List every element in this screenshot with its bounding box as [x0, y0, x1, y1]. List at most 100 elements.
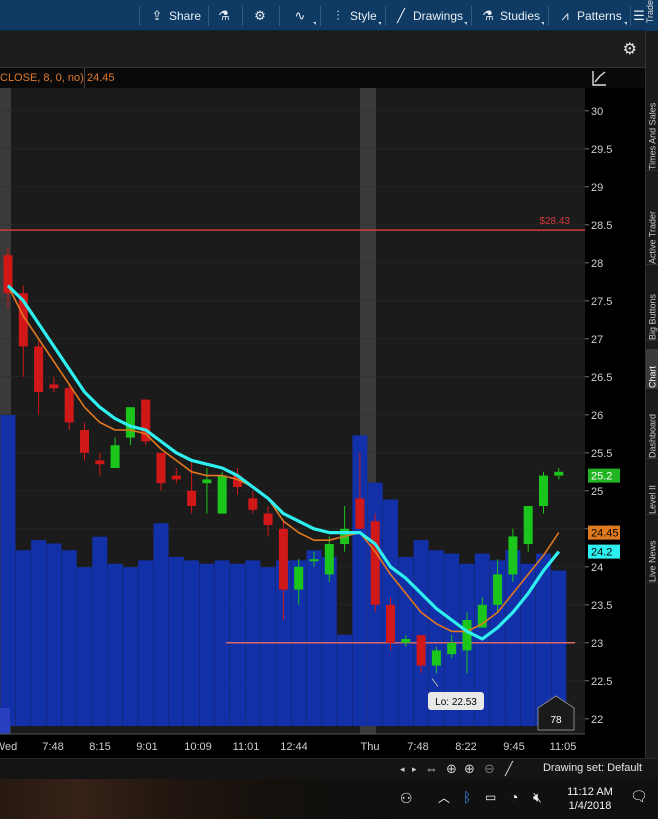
candle-body — [156, 452, 166, 484]
style-label: Style — [350, 9, 377, 23]
settings-button[interactable]: ⚙ — [252, 6, 268, 26]
orange-ma-badge-text: 24.45 — [591, 528, 619, 540]
side-tab-trade[interactable]: Trade — [645, 0, 658, 31]
volume-bar — [168, 557, 184, 726]
candle-body — [370, 521, 380, 605]
dropdown-arrow-icon — [313, 22, 316, 25]
candle-body — [263, 513, 273, 525]
scroll-right-icon[interactable]: ▸ — [412, 764, 417, 775]
share-button[interactable]: ⇪ Share — [149, 6, 201, 26]
dropdown-arrow-icon — [378, 22, 381, 25]
people-icon[interactable]: ⚇ — [400, 790, 413, 807]
x-tick-label: 11:05 — [550, 741, 577, 753]
candle-body — [80, 430, 89, 453]
candle-body — [324, 544, 334, 575]
x-tick-label: 9:01 — [136, 741, 157, 753]
side-tab-label: Times And Sales — [647, 102, 658, 170]
volume-bar — [92, 536, 108, 726]
y-tick-label: 30 — [591, 106, 603, 118]
drawings-button[interactable]: ╱ Drawings — [393, 6, 463, 26]
x-tick-label: 9:45 — [503, 741, 524, 753]
zoom-in-icon[interactable]: ⊕ — [464, 761, 475, 777]
volume-bar — [46, 543, 62, 726]
crosshair-icon[interactable]: ⊕ — [446, 761, 457, 777]
side-panel: Times And Sales Active Trader Big Button… — [645, 31, 658, 758]
toolbar-separator — [548, 6, 549, 26]
flask-icon: ⚗ — [218, 8, 230, 23]
dropdown-arrow-icon — [624, 22, 627, 25]
menu-button[interactable]: ☰ — [633, 6, 645, 26]
candle-body — [539, 475, 548, 506]
candle-body — [309, 559, 319, 562]
style-button[interactable]: ⫶ Style — [330, 6, 377, 26]
studies-button[interactable]: ⚗ Studies — [480, 6, 540, 26]
y-tick-label: 29.5 — [591, 144, 612, 156]
candle-body — [386, 604, 395, 643]
x-tick-label: Wed — [0, 741, 17, 753]
side-tab-live-news[interactable]: Live News — [646, 523, 658, 583]
y-tick-label: 25.5 — [591, 448, 612, 460]
patterns-button[interactable]: ⩘ Patterns — [557, 6, 621, 26]
candle-body — [508, 536, 518, 575]
side-tab-label: Level II — [647, 484, 658, 514]
x-tick-label: 8:22 — [455, 741, 476, 753]
battery-icon[interactable]: ▭ — [485, 790, 496, 804]
notifications-icon[interactable]: 🗨︎ — [630, 788, 648, 805]
x-tick-label: 10:09 — [184, 741, 212, 753]
candle-body — [431, 650, 441, 666]
side-tab-active-trader[interactable]: Active Trader — [646, 181, 658, 265]
chart-subbar: ⚙ — [0, 31, 645, 68]
flask-button[interactable]: ⚗ — [216, 6, 232, 26]
study-header: CLOSE, 8, 0, no) 24.45 — [0, 68, 645, 88]
patterns-icon: ⩘ — [561, 8, 569, 23]
y-tick-label: 26 — [591, 410, 603, 422]
chart-settings-gear-icon[interactable]: ⚙ — [623, 39, 637, 59]
candle-body — [110, 445, 120, 468]
candle-body — [355, 498, 365, 529]
side-tab-trade-label: Trade — [645, 0, 655, 24]
chevron-up-icon[interactable]: ︿ — [438, 789, 450, 806]
side-tab-big-buttons[interactable]: Big Buttons — [646, 275, 658, 341]
windows-taskbar: ⚇ ︿ ᛒ ▭ ◔ 🔇︎ 11:12 AM 1/4/2018 🗨︎ — [0, 779, 658, 819]
drawing-set-label[interactable]: Drawing set: Default — [543, 762, 642, 774]
taskbar-clock[interactable]: 11:12 AM 1/4/2018 — [560, 785, 620, 813]
flask-icon: ⚗ — [482, 8, 494, 23]
toolbar-separator — [208, 6, 209, 26]
side-tab-chart[interactable]: Chart — [646, 349, 658, 389]
side-tab-level-ii[interactable]: Level II — [646, 467, 658, 515]
side-tab-label: Dashboard — [647, 413, 658, 458]
zoom-out-icon[interactable]: ⊖ — [484, 761, 495, 777]
candle-body — [125, 407, 135, 438]
candle-body — [64, 388, 74, 423]
volume-bar — [260, 567, 276, 726]
bluetooth-icon[interactable]: ᛒ — [463, 789, 471, 805]
share-label: Share — [169, 9, 202, 23]
scroll-left-icon[interactable]: ◂ — [400, 764, 405, 775]
side-tab-dashboard[interactable]: Dashboard — [646, 397, 658, 459]
last-price-badge-text: 25.2 — [591, 471, 612, 483]
mute-speaker-icon[interactable]: 🔇︎ — [533, 789, 542, 806]
price-chart[interactable]: $28.43 Lo: 22.53 78 30 29.5 29 28.5 28 27.5 27 26.… — [0, 88, 645, 758]
volume-bar — [0, 708, 10, 734]
candle-body — [462, 620, 472, 651]
volume-bar — [321, 557, 337, 726]
y-tick-label: 25 — [591, 486, 603, 498]
wifi-icon[interactable]: ◔ — [510, 789, 518, 805]
axis-scale-icon[interactable] — [590, 69, 608, 87]
volume-bar — [153, 523, 169, 726]
drawing-tool-icon[interactable]: ╱ — [505, 761, 513, 777]
expand-icon[interactable]: ⇔ — [425, 761, 438, 776]
volume-badge-text: 78 — [550, 715, 562, 726]
chart-type-button[interactable]: ∿ — [288, 6, 312, 26]
candle-body — [523, 506, 533, 544]
x-tick-label: 7:48 — [407, 741, 428, 753]
chart-svg[interactable]: $28.43 Lo: 22.53 78 30 29.5 29 28.5 28 27.5 27 26.… — [0, 88, 645, 758]
candle-body — [217, 475, 227, 514]
study-label: CLOSE, 8, 0, no) — [0, 72, 84, 84]
candle-body — [49, 384, 59, 389]
candle-body — [202, 479, 212, 484]
candle-body — [447, 642, 457, 655]
side-tab-times-and-sales[interactable]: Times And Sales — [646, 89, 658, 171]
volume-bar — [306, 550, 322, 726]
x-tick-label: 7:48 — [42, 741, 63, 753]
